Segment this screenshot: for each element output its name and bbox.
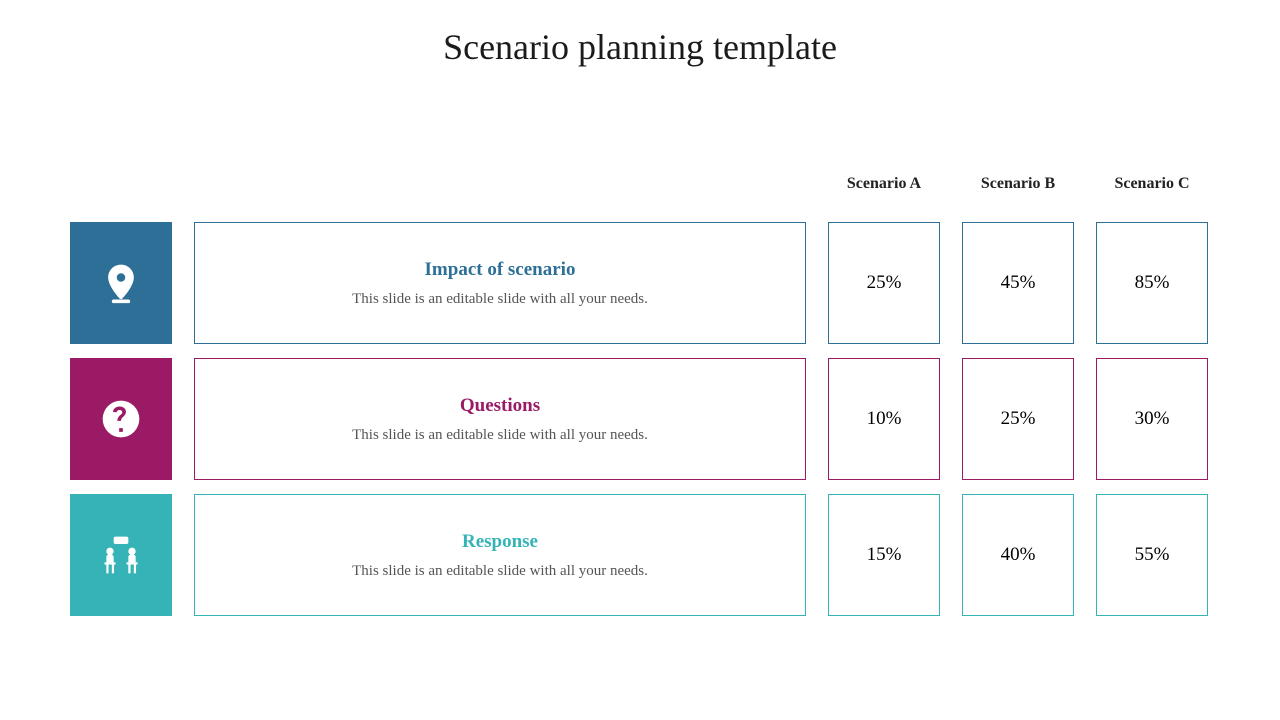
scenario-header-a: Scenario A bbox=[828, 175, 940, 193]
slide-title: Scenario planning template bbox=[0, 26, 1280, 68]
value-cell: 25% bbox=[828, 222, 940, 344]
pin-icon bbox=[70, 222, 172, 344]
value-cell: 45% bbox=[962, 222, 1074, 344]
value-cell: 85% bbox=[1096, 222, 1208, 344]
value-cell: 25% bbox=[962, 358, 1074, 480]
table-row: Questions This slide is an editable slid… bbox=[70, 358, 1210, 480]
value-cell: 30% bbox=[1096, 358, 1208, 480]
questions-card: Questions This slide is an editable slid… bbox=[194, 358, 806, 480]
card-desc: This slide is an editable slide with all… bbox=[352, 427, 648, 444]
table-row: Impact of scenario This slide is an edit… bbox=[70, 222, 1210, 344]
table-row: Response This slide is an editable slide… bbox=[70, 494, 1210, 616]
impact-card: Impact of scenario This slide is an edit… bbox=[194, 222, 806, 344]
response-card: Response This slide is an editable slide… bbox=[194, 494, 806, 616]
value-cell: 40% bbox=[962, 494, 1074, 616]
value-cell: 55% bbox=[1096, 494, 1208, 616]
value-cell: 10% bbox=[828, 358, 940, 480]
scenario-header-c: Scenario C bbox=[1096, 175, 1208, 193]
scenario-header-b: Scenario B bbox=[962, 175, 1074, 193]
question-icon bbox=[70, 358, 172, 480]
value-cell: 15% bbox=[828, 494, 940, 616]
card-desc: This slide is an editable slide with all… bbox=[352, 291, 648, 308]
scenario-grid: Scenario A Scenario B Scenario C Impact … bbox=[70, 160, 1210, 616]
card-title: Impact of scenario bbox=[425, 259, 576, 281]
discussion-icon bbox=[70, 494, 172, 616]
card-title: Response bbox=[462, 531, 538, 553]
card-title: Questions bbox=[460, 395, 540, 417]
column-headers: Scenario A Scenario B Scenario C bbox=[70, 160, 1210, 208]
card-desc: This slide is an editable slide with all… bbox=[352, 563, 648, 580]
